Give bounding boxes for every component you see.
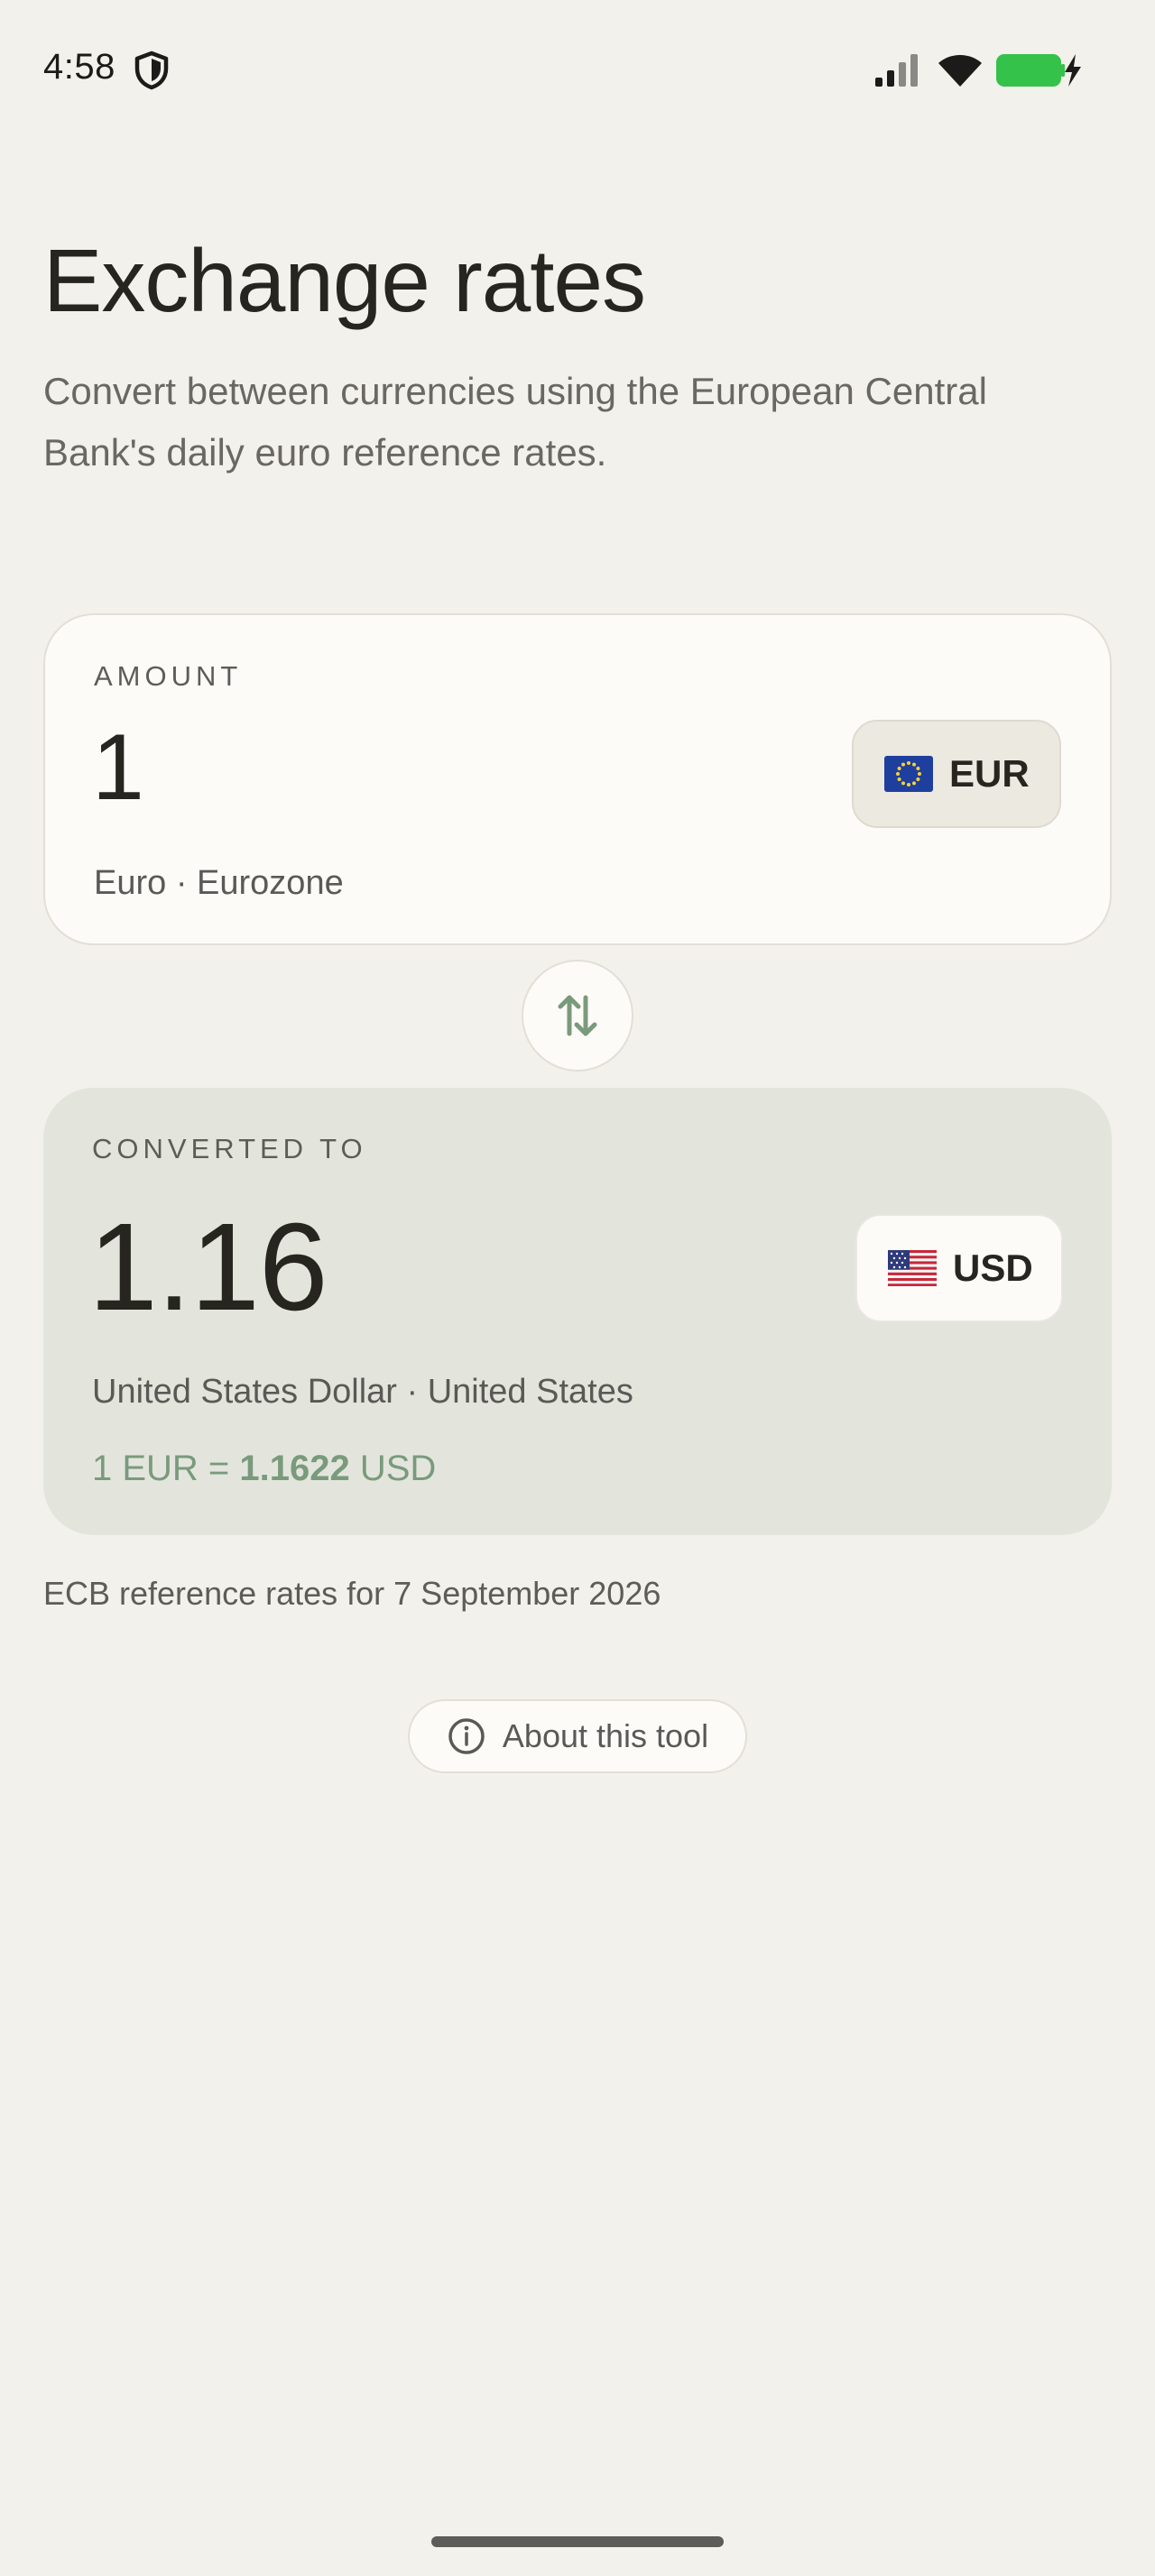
wifi-icon <box>938 55 982 87</box>
rate-value: 1.1622 <box>239 1449 350 1488</box>
to-currency-button[interactable]: USD <box>855 1214 1063 1322</box>
swap-currencies-button[interactable] <box>522 960 633 1072</box>
converted-value: 1.16 <box>88 1198 328 1337</box>
exchange-rate-line: 1 EUR = 1.1622 USD <box>92 1449 436 1489</box>
amount-card: AMOUNT 1 EUR Euro · Eurozone <box>43 613 1112 945</box>
battery-charging-icon <box>996 54 1081 87</box>
info-icon <box>448 1718 485 1754</box>
page-subtitle: Convert between currencies using the Eur… <box>43 370 987 474</box>
from-currency-description: Euro · Eurozone <box>94 864 344 902</box>
page-title: Exchange rates <box>43 231 646 330</box>
rate-prefix: 1 EUR = <box>92 1449 240 1488</box>
converted-to-label: CONVERTED TO <box>92 1133 367 1164</box>
amount-input[interactable]: 1 <box>92 714 144 822</box>
status-time: 4:58 <box>43 47 116 87</box>
to-currency-description: United States Dollar · United States <box>92 1373 633 1411</box>
about-tool-label: About this tool <box>502 1717 709 1754</box>
us-flag-icon <box>888 1250 937 1286</box>
from-currency-button[interactable]: EUR <box>852 720 1061 828</box>
amount-label: AMOUNT <box>94 660 243 692</box>
from-currency-code: EUR <box>949 752 1030 795</box>
to-currency-code: USD <box>953 1247 1033 1289</box>
swap-vertical-icon <box>558 995 597 1036</box>
shield-icon <box>134 51 169 90</box>
home-indicator[interactable] <box>431 2536 724 2547</box>
rate-suffix: USD <box>349 1449 437 1488</box>
signal-icon <box>875 54 918 87</box>
status-bar: 4:58 <box>0 0 1155 135</box>
about-tool-button[interactable]: About this tool <box>408 1699 747 1773</box>
rates-date-note: ECB reference rates for 7 September 2026 <box>43 1575 661 1612</box>
eu-flag-icon <box>884 756 933 792</box>
result-card: CONVERTED TO 1.16 USD United States Doll… <box>43 1088 1112 1535</box>
